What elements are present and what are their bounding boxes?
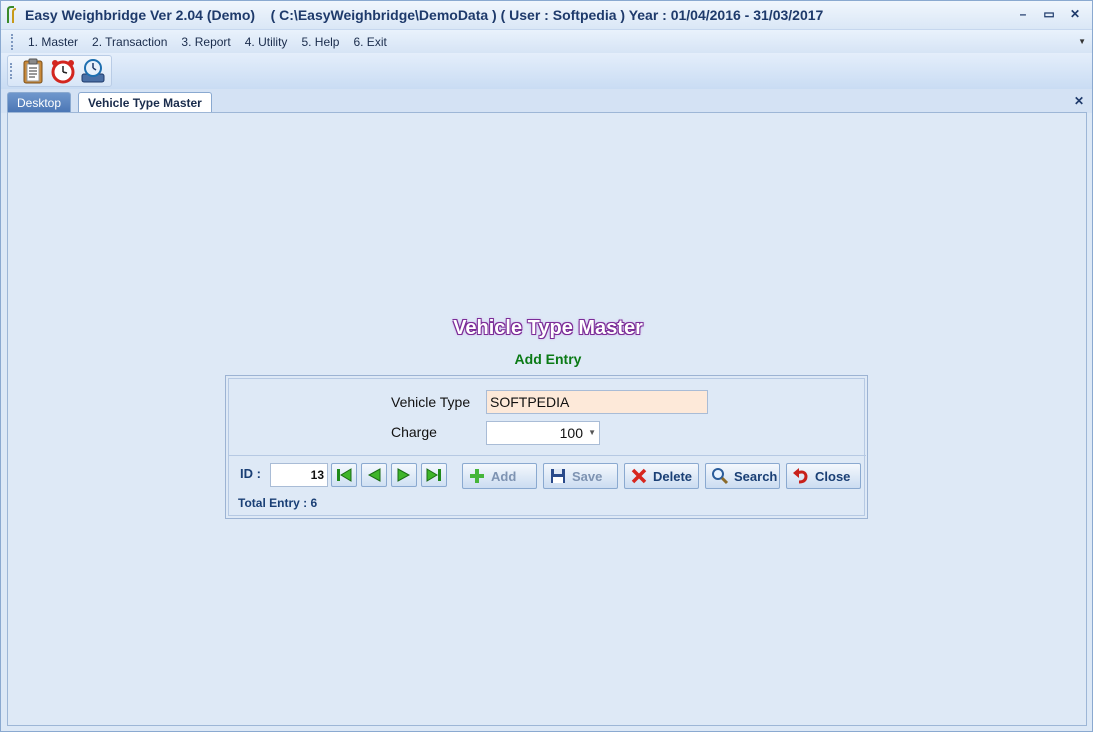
close-tab-icon[interactable]: ✕ [1074,94,1084,108]
menu-exit[interactable]: 6. Exit [346,35,393,49]
menu-grip-icon[interactable] [11,33,15,50]
search-button-label: Search [734,468,778,484]
id-input[interactable]: 13 [270,463,328,487]
alarm-clock-icon[interactable] [48,57,78,85]
menu-transaction[interactable]: 2. Transaction [85,35,174,49]
menu-bar: 1. Master 2. Transaction 3. Report 4. Ut… [1,29,1092,53]
chevron-down-icon[interactable]: ▼ [588,428,596,437]
menu-overflow-icon[interactable]: ▼ [1078,37,1086,46]
toolbar-grip-icon[interactable] [10,63,14,79]
maximize-button[interactable]: ▭ [1036,5,1062,23]
menu-help[interactable]: 5. Help [294,35,346,49]
next-record-icon [397,468,411,482]
floppy-disk-icon [548,466,568,486]
tab-desktop[interactable]: Desktop [7,92,72,113]
last-record-icon [426,468,441,482]
form-mode-subtitle: Add Entry [514,351,582,367]
close-button-label: Close [815,468,851,484]
save-button-label: Save [572,468,603,484]
add-button-label: Add [491,468,517,484]
entry-panel-inner: Vehicle Type SOFTPEDIA Charge 100 ▼ ID :… [228,378,866,516]
delete-x-icon [629,466,649,486]
toolbar [1,53,1092,89]
title-bar[interactable]: Easy Weighbridge Ver 2.04 (Demo) ( C:\Ea… [1,1,1092,29]
menu-master[interactable]: 1. Master [21,35,85,49]
close-button[interactable]: Close [786,463,861,489]
close-window-button[interactable]: ✕ [1062,5,1088,23]
delete-button-label: Delete [653,468,693,484]
previous-record-icon [367,468,381,482]
charge-value: 100 [559,425,583,441]
total-entry-count: Total Entry : 6 [238,496,318,510]
window-title: Easy Weighbridge Ver 2.04 (Demo) ( C:\Ea… [25,7,824,23]
document-tabstrip: Desktop Vehicle Type Master ✕ [1,89,1092,114]
plus-icon [467,466,487,486]
entry-panel: Vehicle Type SOFTPEDIA Charge 100 ▼ ID :… [225,375,868,519]
first-record-icon [337,468,352,482]
app-window: Easy Weighbridge Ver 2.04 (Demo) ( C:\Ea… [0,0,1093,732]
add-button[interactable]: Add [462,463,537,489]
search-icon [710,466,730,486]
vehicle-type-input[interactable]: SOFTPEDIA [486,390,708,414]
undo-arrow-icon [791,466,811,486]
id-label: ID : [240,466,261,481]
charge-label: Charge [391,424,437,440]
form-title: Vehicle Type Master [453,317,643,339]
charge-combobox[interactable]: 100 ▼ [486,421,600,445]
panel-divider [229,455,866,456]
clipboard-icon[interactable] [18,57,48,85]
minimize-button[interactable]: – [1010,5,1036,23]
delete-button[interactable]: Delete [624,463,699,489]
backup-history-icon[interactable] [78,57,108,85]
search-button[interactable]: Search [705,463,780,489]
first-record-button[interactable] [331,463,357,487]
window-controls: – ▭ ✕ [1010,5,1088,23]
last-record-button[interactable] [421,463,447,487]
vehicle-type-label: Vehicle Type [391,394,471,410]
next-record-button[interactable] [391,463,417,487]
vehicle-type-master-form: Vehicle Type Master Add Entry Vehicle Ty… [7,112,1087,726]
menu-report[interactable]: 3. Report [174,35,237,49]
menu-utility[interactable]: 4. Utility [238,35,295,49]
toolbar-group [7,55,112,87]
previous-record-button[interactable] [361,463,387,487]
tab-vehicle-type-master[interactable]: Vehicle Type Master [78,92,212,114]
save-button[interactable]: Save [543,463,618,489]
app-logo-icon [1,1,23,29]
